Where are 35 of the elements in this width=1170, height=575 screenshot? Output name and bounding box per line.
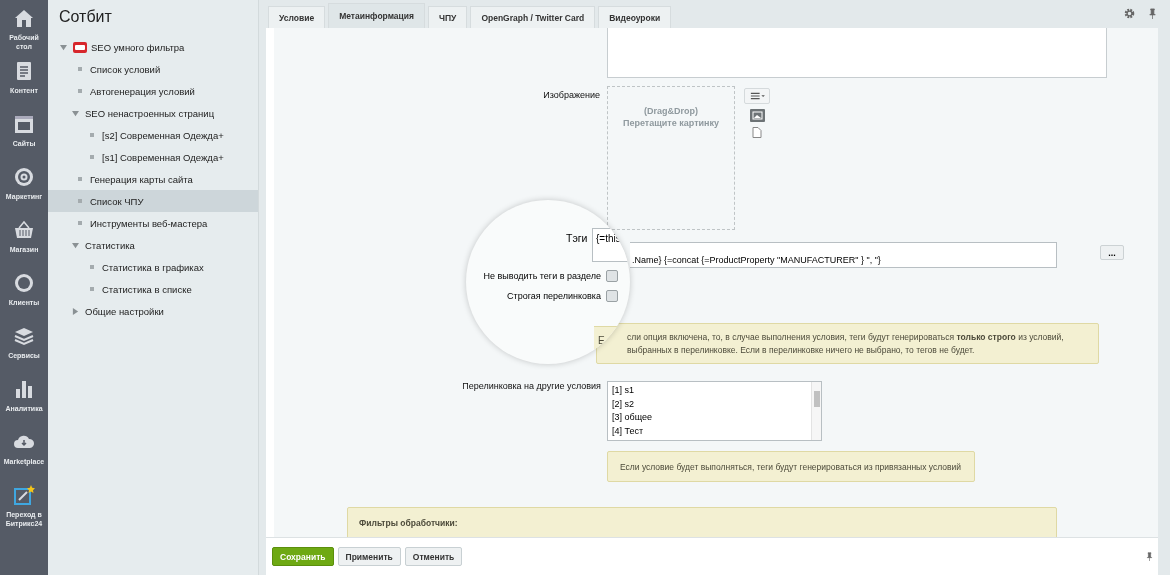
menu-item[interactable]: Статистика в списке bbox=[48, 278, 258, 300]
field-label: Перелинковка на другие условия bbox=[461, 381, 601, 391]
menu-item[interactable]: [s2] Современная Одежда+ bbox=[48, 124, 258, 146]
tab[interactable]: ЧПУ bbox=[428, 6, 468, 28]
field-label: Тэги bbox=[566, 232, 588, 244]
action-button[interactable]: Отменить bbox=[404, 547, 463, 566]
panel-title: Фильтры обработчики: bbox=[359, 518, 458, 528]
tab[interactable]: Условие bbox=[268, 6, 326, 28]
tab[interactable]: Метаинформация bbox=[328, 3, 425, 28]
menu-item[interactable]: Список ЧПУ bbox=[48, 190, 258, 212]
list-option[interactable]: [2] s2 bbox=[612, 398, 807, 412]
field-label: Изображение bbox=[542, 90, 600, 100]
conditions-listbox[interactable]: [1] s1 [2] s2 [3] общее [4] Тест bbox=[607, 381, 822, 441]
tab[interactable]: Видеоуроки bbox=[598, 6, 672, 28]
menu-item[interactable]: SEO ненастроенных страниц bbox=[48, 102, 258, 124]
tab[interactable]: OpenGraph / Twitter Card bbox=[470, 6, 596, 28]
action-button[interactable]: Применить bbox=[337, 547, 401, 566]
menu-item[interactable]: Статистика в графиках bbox=[48, 256, 258, 278]
tags-field[interactable]: .Name} {=concat {=ProductProperty "MANUFACTURER" } ", "} bbox=[630, 242, 1057, 268]
list-option[interactable]: [1] s1 bbox=[612, 385, 807, 399]
info-note: Если условие будет выполняться, теги будут генерироваться из привязанных условий bbox=[607, 451, 975, 482]
list-option[interactable]: [3] общее bbox=[612, 412, 807, 426]
checkbox-label: Не выводить теги в разделе bbox=[483, 271, 601, 281]
menu-item[interactable]: Генерация карты сайта bbox=[48, 168, 258, 190]
menu-item[interactable]: [s1] Современная Одежда+ bbox=[48, 146, 258, 168]
menu-item[interactable]: Автогенерация условий bbox=[48, 80, 258, 102]
menu-item[interactable]: Инструменты веб-мастера bbox=[48, 212, 258, 234]
menu-item[interactable]: Статистика bbox=[48, 234, 258, 256]
list-option[interactable]: [4] Тест bbox=[612, 425, 807, 439]
menu-item[interactable]: SEO умного фильтра bbox=[48, 36, 258, 58]
menu-item[interactable]: Общие настройки bbox=[48, 300, 258, 322]
more-button[interactable]: ... bbox=[1100, 245, 1124, 260]
menu-item[interactable]: Список условий bbox=[48, 58, 258, 80]
menu-title: Сотбит bbox=[58, 8, 113, 26]
checkbox-label: Строгая перелинковка bbox=[507, 291, 601, 301]
